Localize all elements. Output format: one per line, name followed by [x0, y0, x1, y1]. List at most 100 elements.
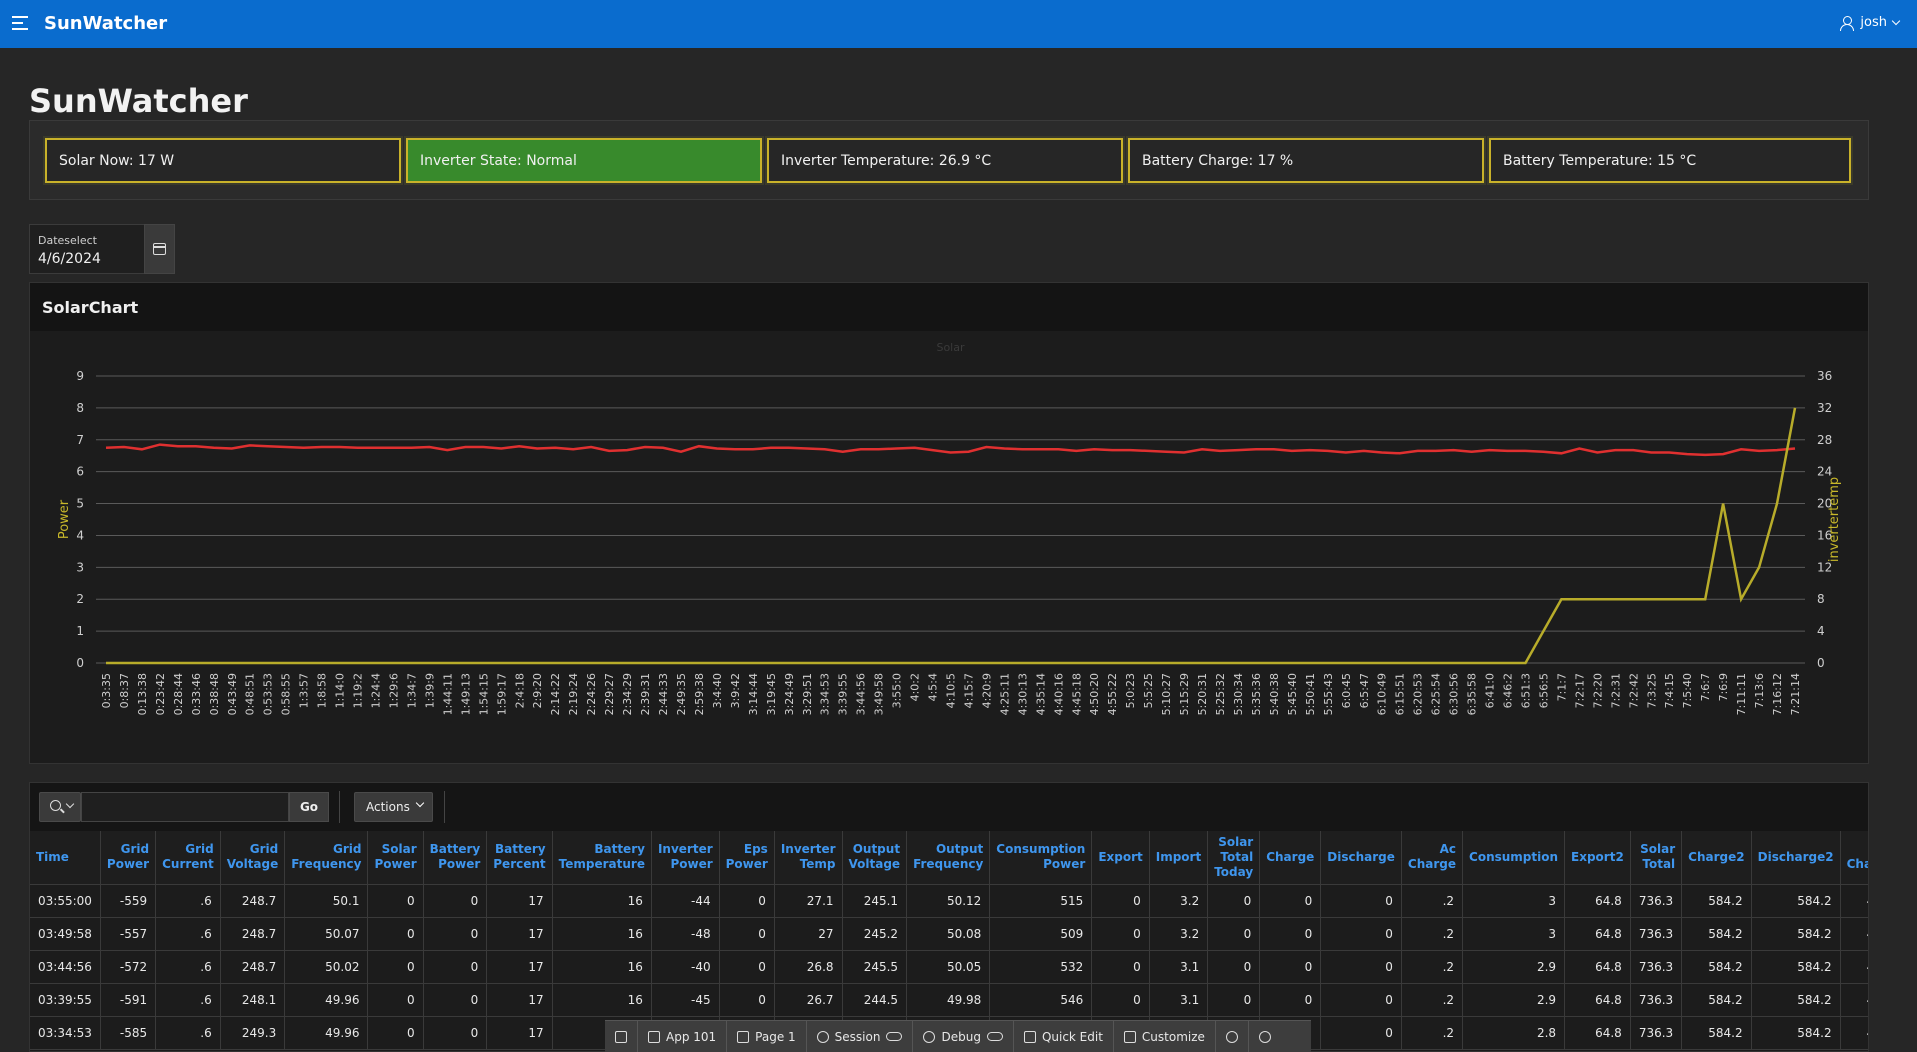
y-tick-label: 5 — [76, 497, 84, 511]
dateselect-field[interactable]: Dateselect 4/6/2024 — [29, 224, 144, 274]
app-button[interactable]: App 101 — [638, 1021, 728, 1052]
table-cell: 0 — [367, 1016, 424, 1050]
customize-button[interactable]: Customize — [1114, 1021, 1216, 1052]
x-tick-label: 2:39:31 — [639, 673, 652, 715]
column-header[interactable]: Grid Power — [100, 831, 157, 885]
x-tick-label: 6:25:54 — [1430, 673, 1443, 715]
column-header[interactable]: Inverter Temp — [774, 831, 843, 885]
go-button[interactable]: Go — [289, 792, 329, 822]
x-tick-label: 7:21:14 — [1789, 673, 1802, 715]
column-header[interactable]: Battery Power — [423, 831, 488, 885]
toolbar-divider — [339, 791, 340, 823]
table-cell: 27 — [774, 917, 843, 951]
column-header[interactable]: Consumption — [1462, 831, 1566, 885]
table-cell: 401.1 — [1840, 950, 1868, 984]
column-header[interactable]: Import — [1149, 831, 1209, 885]
top-navigation-bar: SunWatcher josh — [0, 0, 1917, 48]
table-cell: 64.8 — [1564, 950, 1631, 984]
page-title: SunWatcher — [29, 82, 248, 120]
x-tick-label: 7:1:7 — [1555, 673, 1568, 701]
column-header[interactable]: Discharge2 — [1751, 831, 1841, 885]
table-cell: 248.7 — [220, 917, 286, 951]
search-column-button[interactable] — [39, 792, 81, 822]
x-tick-label: 1:59:17 — [495, 673, 508, 715]
x-tick-label: 3:49:58 — [873, 673, 886, 715]
column-header[interactable]: Grid Current — [155, 831, 221, 885]
table-cell: 50.02 — [284, 950, 369, 984]
table-cell: .6 — [155, 884, 221, 918]
column-header[interactable]: Export2 — [1564, 831, 1631, 885]
solar-chart: Solar012345678904812162024283236Power inv… — [57, 341, 1842, 715]
y-axis-label: Power — [57, 499, 72, 539]
actions-menu-button[interactable]: Actions — [354, 792, 433, 822]
table-cell: 3 — [1462, 884, 1566, 918]
x-tick-label: 5:45:40 — [1286, 673, 1299, 715]
menu-icon[interactable] — [12, 16, 28, 30]
column-header[interactable]: Solar Power — [367, 831, 424, 885]
x-tick-label: 4:0:2 — [909, 673, 922, 701]
x-tick-label: 3:29:51 — [801, 673, 814, 715]
column-header[interactable]: Solar Total — [1630, 831, 1683, 885]
table-cell: 64.8 — [1564, 983, 1631, 1017]
table-cell: 03:44:56 — [30, 950, 101, 984]
info-button[interactable] — [1216, 1021, 1249, 1052]
quick-edit-button[interactable]: Quick Edit — [1014, 1021, 1114, 1052]
table-cell: -44 — [651, 884, 720, 918]
x-tick-label: 5:30:34 — [1232, 673, 1245, 715]
x-tick-label: 1:19:2 — [352, 673, 365, 708]
page-button[interactable]: Page 1 — [727, 1021, 807, 1052]
column-header[interactable]: Solar Total Today — [1207, 831, 1261, 885]
column-header[interactable]: Charge2 — [1681, 831, 1752, 885]
column-header[interactable]: Battery Temperature — [552, 831, 652, 885]
x-tick-label: 6:20:53 — [1412, 673, 1425, 715]
toolbar-divider — [444, 791, 445, 823]
table-cell: 16 — [552, 983, 652, 1017]
column-header[interactable]: Consumption Power — [989, 831, 1093, 885]
table-cell: 401.1 — [1840, 983, 1868, 1017]
x-tick-label: 6:0:45 — [1340, 673, 1353, 708]
column-header[interactable]: Eps Power — [719, 831, 775, 885]
column-header[interactable]: Discharge — [1320, 831, 1402, 885]
table-cell: 532 — [989, 950, 1093, 984]
table-cell: 3.1 — [1149, 983, 1209, 1017]
column-header[interactable]: Export — [1091, 831, 1150, 885]
column-header[interactable]: Output Voltage — [842, 831, 908, 885]
chevron-down-icon — [415, 798, 425, 808]
x-tick-label: 1:29:6 — [387, 673, 400, 708]
table-cell: 0 — [423, 917, 488, 951]
search-input[interactable] — [81, 792, 289, 822]
column-header[interactable]: Ac Charge — [1401, 831, 1464, 885]
home-button[interactable] — [605, 1021, 638, 1052]
table-cell: 0 — [367, 884, 424, 918]
column-header[interactable]: Grid Frequency — [284, 831, 369, 885]
app-name[interactable]: SunWatcher — [44, 13, 167, 34]
x-tick-label: 4:30:13 — [1016, 673, 1029, 715]
user-menu[interactable]: josh — [1840, 15, 1901, 31]
x-tick-label: 7:13:6 — [1753, 673, 1766, 708]
table-cell: 03:55:00 — [30, 884, 101, 918]
x-tick-label: 5:5:25 — [1142, 673, 1155, 708]
x-tick-label: 6:5:47 — [1358, 673, 1371, 708]
debug-button[interactable]: Debug — [913, 1021, 1014, 1052]
settings-button[interactable] — [1249, 1021, 1281, 1052]
session-button[interactable]: Session — [807, 1021, 914, 1052]
x-tick-label: 2:34:29 — [621, 673, 634, 715]
table-cell: -557 — [100, 917, 157, 951]
x-tick-label: 2:49:35 — [675, 673, 688, 715]
table-cell: -572 — [100, 950, 157, 984]
column-header[interactable]: Charge — [1259, 831, 1322, 885]
dateselect-value[interactable]: 4/6/2024 — [38, 251, 101, 267]
calendar-button[interactable] — [144, 224, 175, 274]
column-header[interactable]: Inverter Power — [651, 831, 720, 885]
column-header[interactable]: Ac Charge2 — [1840, 831, 1868, 885]
column-header[interactable]: Grid Voltage — [220, 831, 286, 885]
column-header[interactable]: Time — [30, 831, 101, 885]
column-header[interactable]: Battery Percent — [486, 831, 553, 885]
x-tick-label: 7:11:11 — [1735, 673, 1748, 715]
debug-icon — [923, 1030, 936, 1043]
column-header[interactable]: Output Frequency — [906, 831, 991, 885]
chevron-down-icon — [65, 799, 75, 809]
y-tick-label: 3 — [76, 560, 84, 574]
quick-edit-label: Quick Edit — [1041, 1029, 1103, 1044]
x-tick-label: 2:19:24 — [567, 673, 580, 715]
